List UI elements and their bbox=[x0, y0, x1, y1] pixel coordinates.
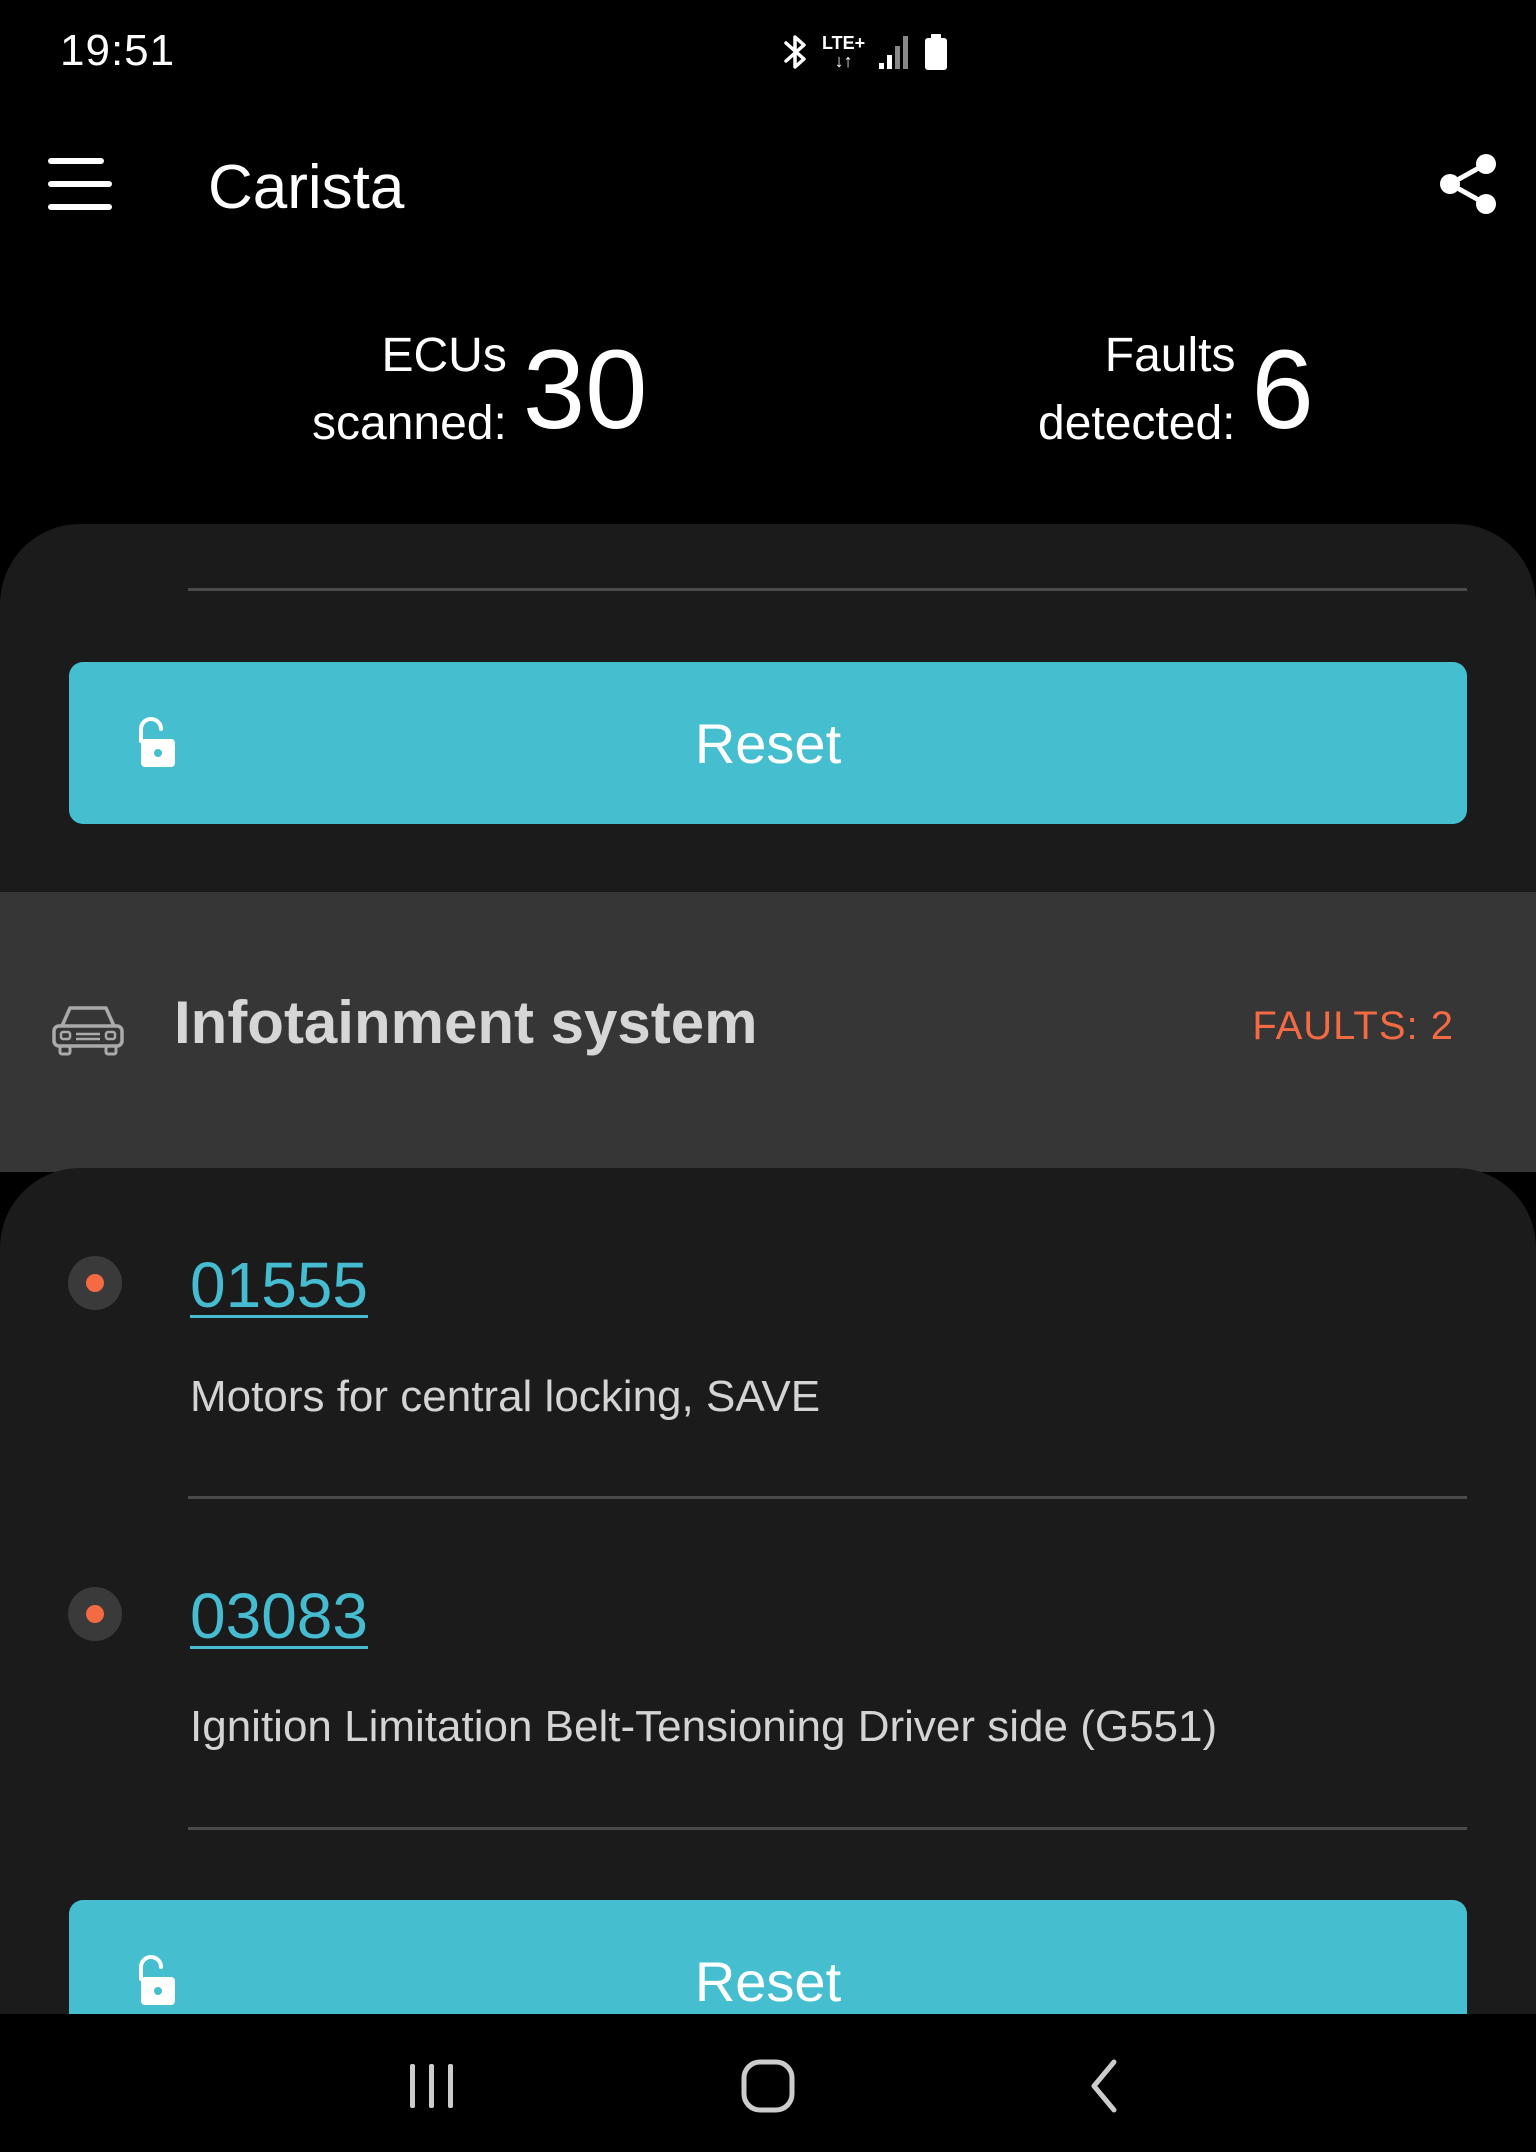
reset-button[interactable]: Reset bbox=[69, 662, 1467, 824]
fault-indicator-icon bbox=[68, 1256, 122, 1310]
ecus-value: 30 bbox=[522, 327, 648, 452]
unlock-icon bbox=[139, 1955, 175, 2005]
status-bar: 19:51 LTE+ ↓↑ bbox=[0, 0, 1536, 104]
back-icon bbox=[1091, 2059, 1117, 2113]
data-arrows-icon: ↓↑ bbox=[834, 51, 853, 71]
fault-description: Ignition Limitation Belt-Tensioning Driv… bbox=[190, 1702, 1218, 1751]
ecus-stat: ECUs scanned: 30 bbox=[312, 320, 647, 460]
hamburger-menu-icon bbox=[48, 158, 112, 210]
car-icon bbox=[52, 1006, 124, 1056]
faults-label-line1: Faults bbox=[1104, 329, 1236, 382]
fault-code-link[interactable]: 03083 bbox=[190, 1579, 368, 1653]
app-title: Carista bbox=[208, 153, 405, 222]
faults-label-line2: detected: bbox=[1038, 397, 1236, 450]
unlock-icon bbox=[139, 717, 175, 767]
reset-label: Reset bbox=[694, 711, 842, 775]
recent-apps-button[interactable] bbox=[392, 2046, 472, 2126]
recent-apps-icon bbox=[410, 2064, 453, 2108]
section-title: Infotainment system bbox=[174, 989, 758, 1056]
faults-count-badge: FAULTS: 2 bbox=[1252, 1004, 1454, 1048]
home-button[interactable] bbox=[728, 2046, 808, 2126]
bluetooth-icon bbox=[784, 35, 806, 69]
section-header[interactable]: Infotainment system FAULTS: 2 bbox=[0, 892, 1536, 1172]
app-bar: Carista bbox=[0, 110, 1536, 260]
faults-stat: Faults detected: 6 bbox=[1038, 320, 1314, 460]
ecus-label-line1: ECUs bbox=[381, 329, 507, 382]
battery-icon bbox=[925, 34, 948, 70]
home-icon bbox=[741, 2059, 795, 2113]
lte-data-icon: LTE+ ↓↑ bbox=[822, 34, 865, 70]
ecus-label-line2: scanned: bbox=[312, 397, 507, 450]
signal-icon bbox=[879, 36, 909, 69]
reset-label: Reset bbox=[694, 1949, 842, 2013]
status-time: 19:51 bbox=[60, 26, 176, 75]
previous-section-card: Reset bbox=[0, 524, 1536, 892]
faults-card: 01555 Motors for central locking, SAVE 0… bbox=[0, 1168, 1536, 2068]
share-icon bbox=[1440, 154, 1496, 214]
screen: 19:51 LTE+ ↓↑ Carista ECUs scanned: 30 F… bbox=[0, 0, 1536, 2152]
lte-label: LTE+ bbox=[822, 33, 866, 53]
divider bbox=[188, 1496, 1467, 1499]
fault-description: Motors for central locking, SAVE bbox=[190, 1372, 821, 1421]
faults-value: 6 bbox=[1251, 327, 1314, 452]
divider bbox=[188, 588, 1467, 591]
scan-stats: ECUs scanned: 30 Faults detected: 6 bbox=[0, 320, 1536, 480]
status-icons: LTE+ ↓↑ bbox=[780, 30, 949, 74]
system-nav-bar bbox=[0, 2014, 1536, 2152]
back-button[interactable] bbox=[1064, 2046, 1144, 2126]
menu-button[interactable] bbox=[40, 144, 120, 224]
fault-code-link[interactable]: 01555 bbox=[190, 1248, 368, 1322]
fault-indicator-icon bbox=[68, 1587, 122, 1641]
share-button[interactable] bbox=[1432, 148, 1504, 220]
divider bbox=[188, 1827, 1467, 1830]
